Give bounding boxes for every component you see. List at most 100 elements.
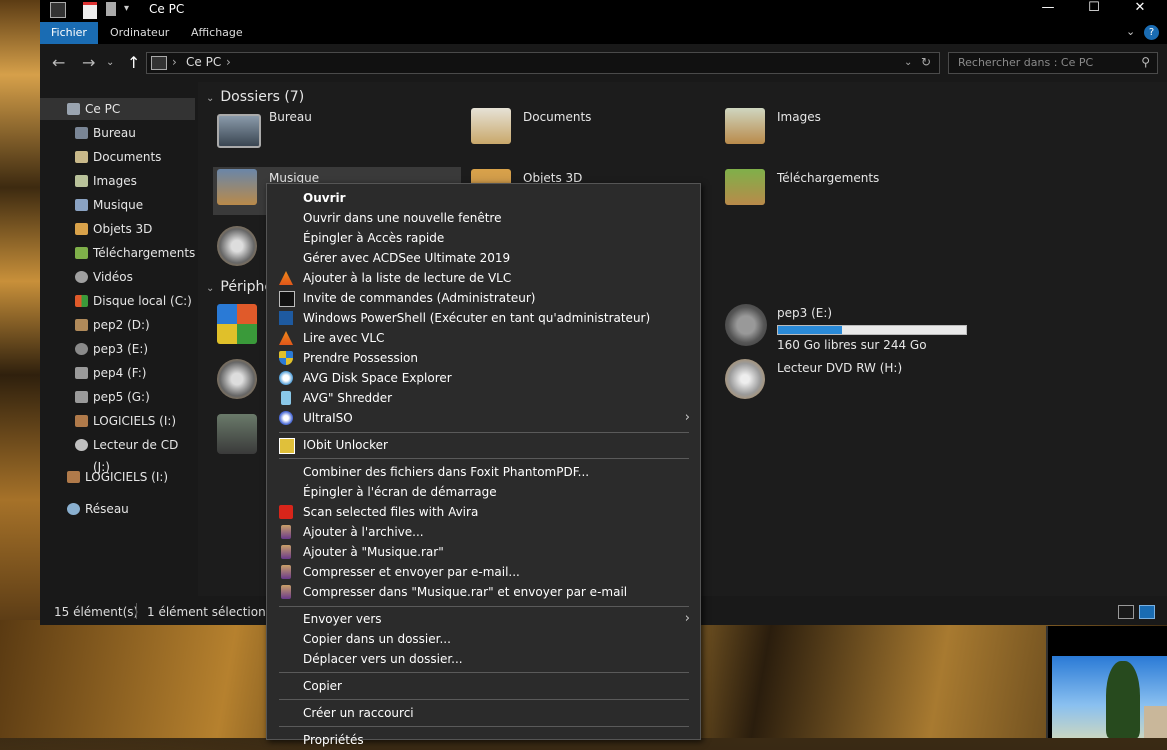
- properties-icon[interactable]: [83, 2, 97, 19]
- search-icon[interactable]: ⚲: [1141, 55, 1150, 69]
- menu-item-proprietes[interactable]: Propriétés: [267, 730, 700, 750]
- sidebar-item-documents[interactable]: Documents: [40, 146, 195, 168]
- refresh-icon[interactable]: ↻: [921, 55, 931, 69]
- close-button[interactable]: ✕: [1117, 0, 1163, 20]
- folder-tile-documents[interactable]: Documents: [467, 106, 715, 154]
- chevron-down-icon: ⌄: [206, 93, 215, 104]
- menu-item-envoyer-vers[interactable]: Envoyer vers ›: [267, 609, 700, 629]
- sidebar-item-pep3-e[interactable]: pep3 (E:): [40, 338, 195, 360]
- tab-affichage[interactable]: Affichage: [180, 22, 254, 44]
- downloads-folder-icon: [725, 169, 765, 205]
- context-menu: Ouvrir Ouvrir dans une nouvelle fenêtre …: [266, 183, 701, 747]
- menu-separator: [279, 606, 689, 607]
- navigation-pane: Ce PC Bureau Documents Images Musique Ob…: [40, 93, 198, 596]
- menu-item-prendre-possession[interactable]: Prendre Possession: [267, 348, 700, 368]
- sidebar-item-objets-3d[interactable]: Objets 3D: [40, 218, 195, 240]
- menu-item-foxit-combine[interactable]: Combiner des fichiers dans Foxit Phantom…: [267, 462, 700, 482]
- search-placeholder: Rechercher dans : Ce PC: [958, 56, 1094, 69]
- folder-tile-bureau[interactable]: Bureau: [213, 106, 461, 154]
- sidebar-item-telechargements[interactable]: Téléchargements: [40, 242, 195, 264]
- menu-item-epingler-acces-rapide[interactable]: Épingler à Accès rapide: [267, 228, 700, 248]
- avira-icon: [279, 505, 293, 519]
- sidebar-item-lecteur-cd-j[interactable]: Lecteur de CD (J:): [40, 434, 195, 474]
- drive-tile-pep3-e[interactable]: pep3 (E:) 160 Go libres sur 244 Go: [721, 302, 969, 352]
- menu-item-ultraiso[interactable]: UltraISO ›: [267, 408, 700, 428]
- devices-group-header[interactable]: ⌄ Périphé: [206, 279, 273, 295]
- status-divider: [136, 603, 137, 619]
- menu-item-lire-vlc[interactable]: Lire avec VLC: [267, 328, 700, 348]
- sidebar-item-videos[interactable]: Vidéos: [40, 266, 195, 288]
- desktop-wallpaper-left: [0, 0, 40, 625]
- tiles-view-icon[interactable]: [1139, 605, 1155, 619]
- minimize-button[interactable]: —: [1025, 0, 1071, 20]
- menu-item-ouvrir[interactable]: Ouvrir: [267, 188, 700, 208]
- menu-item-vlc-playlist[interactable]: Ajouter à la liste de lecture de VLC: [267, 268, 700, 288]
- drive-usage-bar: [777, 325, 967, 335]
- computer-icon: [151, 56, 167, 70]
- menu-item-powershell-admin[interactable]: Windows PowerShell (Exécuter en tant qu'…: [267, 308, 700, 328]
- menu-item-iobit-unlocker[interactable]: IObit Unlocker: [267, 435, 700, 455]
- menu-item-avg-shredder[interactable]: AVG" Shredder: [267, 388, 700, 408]
- menu-item-avg-disk-space[interactable]: AVG Disk Space Explorer: [267, 368, 700, 388]
- chevron-down-icon: ⌄: [206, 283, 215, 294]
- photo-thumbnail[interactable]: [1046, 626, 1167, 738]
- folder-tile-telechargements[interactable]: Téléchargements: [721, 167, 969, 215]
- winrar-icon: [281, 525, 291, 539]
- images-folder-icon: [725, 108, 765, 144]
- sidebar-item-pep2-d[interactable]: pep2 (D:): [40, 314, 195, 336]
- address-bar[interactable]: › Ce PC › ⌄ ↻: [146, 52, 940, 74]
- help-icon[interactable]: ?: [1144, 25, 1159, 40]
- menu-item-ajouter-musique-rar[interactable]: Ajouter à "Musique.rar": [267, 542, 700, 562]
- customize-toolbar-icon[interactable]: ▾: [124, 2, 138, 16]
- vlc-icon: [279, 271, 293, 285]
- sidebar-item-disque-local-c[interactable]: Disque local (C:): [40, 290, 195, 312]
- up-arrow-icon[interactable]: ↑: [127, 53, 140, 72]
- winrar-icon: [281, 585, 291, 599]
- search-input[interactable]: Rechercher dans : Ce PC ⚲: [948, 52, 1158, 74]
- sidebar-item-pep4-f[interactable]: pep4 (F:): [40, 362, 195, 384]
- sidebar-item-logiciels-i-root[interactable]: LOGICIELS (I:): [40, 466, 195, 488]
- sidebar-item-logiciels-i[interactable]: LOGICIELS (I:): [40, 410, 195, 432]
- documents-icon: [75, 151, 88, 163]
- menu-item-compresser-musique-email[interactable]: Compresser dans "Musique.rar" et envoyer…: [267, 582, 700, 602]
- sidebar-item-musique[interactable]: Musique: [40, 194, 195, 216]
- folder-tile-images[interactable]: Images: [721, 106, 969, 154]
- breadcrumb-separator-icon[interactable]: ›: [226, 55, 231, 69]
- sidebar-item-bureau[interactable]: Bureau: [40, 122, 195, 144]
- details-view-icon[interactable]: [1118, 605, 1134, 619]
- recent-locations-chevron-icon[interactable]: ⌄: [106, 57, 114, 68]
- menu-item-ajouter-archive[interactable]: Ajouter à l'archive...: [267, 522, 700, 542]
- computer-icon: [67, 103, 80, 115]
- sidebar-item-images[interactable]: Images: [40, 170, 195, 192]
- address-history-chevron-icon[interactable]: ⌄: [904, 57, 912, 68]
- maximize-button[interactable]: ☐: [1071, 0, 1117, 20]
- menu-item-epingler-demarrage[interactable]: Épingler à l'écran de démarrage: [267, 482, 700, 502]
- breadcrumb-ce-pc[interactable]: Ce PC: [186, 55, 221, 69]
- menu-item-avira-scan[interactable]: Scan selected files with Avira: [267, 502, 700, 522]
- menu-item-deplacer-dossier[interactable]: Déplacer vers un dossier...: [267, 649, 700, 669]
- expand-ribbon-icon[interactable]: ⌄: [1126, 25, 1135, 38]
- tab-ordinateur[interactable]: Ordinateur: [99, 22, 180, 44]
- sidebar-item-reseau[interactable]: Réseau: [40, 498, 195, 520]
- drive-icon: [67, 471, 80, 483]
- menu-item-cmd-admin[interactable]: Invite de commandes (Administrateur): [267, 288, 700, 308]
- new-folder-icon[interactable]: [106, 2, 116, 16]
- computer-icon[interactable]: [50, 2, 66, 18]
- sidebar-item-ce-pc[interactable]: Ce PC: [40, 98, 195, 120]
- sidebar-item-pep5-g[interactable]: pep5 (G:): [40, 386, 195, 408]
- title-bar: ▾ Ce PC — ☐ ✕: [40, 0, 1167, 20]
- menu-item-creer-raccourci[interactable]: Créer un raccourci: [267, 703, 700, 723]
- menu-item-copier-dossier[interactable]: Copier dans un dossier...: [267, 629, 700, 649]
- menu-item-copier[interactable]: Copier: [267, 676, 700, 696]
- menu-item-compresser-email[interactable]: Compresser et envoyer par e-mail...: [267, 562, 700, 582]
- menu-item-acdsee[interactable]: Gérer avec ACDSee Ultimate 2019: [267, 248, 700, 268]
- drive-tile-dvd-h[interactable]: Lecteur DVD RW (H:): [721, 357, 969, 405]
- menu-item-ouvrir-nouvelle-fenetre[interactable]: Ouvrir dans une nouvelle fenêtre: [267, 208, 700, 228]
- back-arrow-icon[interactable]: ←: [52, 53, 65, 72]
- vlc-icon: [279, 331, 293, 345]
- documents-folder-icon: [471, 108, 511, 144]
- forward-arrow-icon[interactable]: →: [82, 53, 95, 72]
- avg-disk-icon: [279, 371, 293, 385]
- tab-fichier[interactable]: Fichier: [40, 22, 98, 44]
- folders-group-header[interactable]: ⌄ Dossiers (7): [206, 89, 304, 105]
